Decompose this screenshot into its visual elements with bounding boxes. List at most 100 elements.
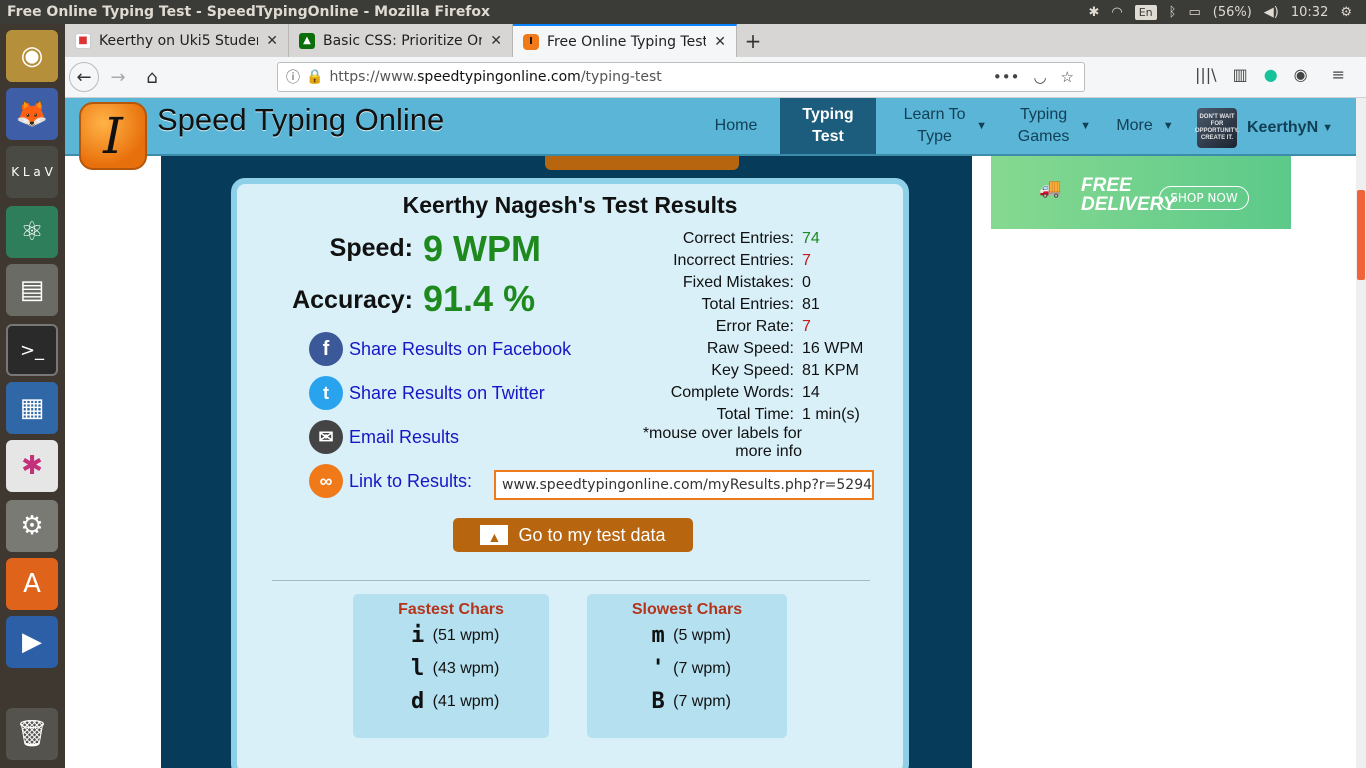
nav-typing-games[interactable]: Typing Games ▼: [1005, 98, 1091, 154]
stat-row: Correct Entries: 74: [637, 228, 892, 250]
url-domain: speedtypingonline.com: [417, 69, 581, 85]
char-wpm: (41 wpm): [432, 692, 500, 710]
share-twitter-link[interactable]: t Share Results on Twitter: [309, 376, 545, 410]
files-icon[interactable]: ▤: [6, 264, 58, 316]
forward-button[interactable]: →: [103, 62, 133, 92]
back-button[interactable]: ←: [69, 62, 99, 92]
new-tab-button[interactable]: +: [737, 24, 769, 57]
firefox-icon[interactable]: 🦊: [6, 88, 58, 140]
email-results-link[interactable]: ✉ Email Results: [309, 420, 459, 454]
stat-label[interactable]: Key Speed:: [637, 362, 802, 380]
nav-learn-to-type[interactable]: Learn To Type ▼: [891, 98, 987, 154]
facebook-icon: f: [309, 332, 343, 366]
char-glyph: ': [651, 656, 665, 681]
speedtyping-favicon-icon: I: [523, 33, 539, 50]
close-tab-icon[interactable]: ✕: [266, 33, 278, 49]
menu-icon[interactable]: ≡: [1332, 65, 1345, 84]
stat-row: Complete Words: 14: [637, 382, 892, 404]
url-text[interactable]: https://www.speedtypingonline.com/typing…: [329, 69, 661, 85]
volume-icon[interactable]: ◀): [1264, 5, 1279, 20]
accuracy-label[interactable]: Accuracy:: [277, 286, 413, 315]
bookmark-star-icon[interactable]: ☆: [1061, 68, 1074, 86]
power-gear-icon[interactable]: ⚙: [1340, 5, 1352, 20]
scrollbar-thumb[interactable]: [1357, 190, 1365, 280]
wifi-icon[interactable]: ◠: [1111, 5, 1122, 20]
sidebar-icon[interactable]: ▥: [1233, 65, 1248, 84]
tab-basic-css[interactable]: ▲ Basic CSS: Prioritize One ✕: [289, 24, 513, 57]
web-page: Speed Typing Online Home Typing Test Lea…: [65, 98, 1356, 768]
site-brand[interactable]: Speed Typing Online: [157, 102, 444, 138]
account-icon[interactable]: ◉: [1294, 65, 1308, 84]
ubuntu-dash-icon[interactable]: ◉: [6, 30, 58, 82]
stat-label[interactable]: Incorrect Entries:: [637, 252, 802, 270]
stat-label[interactable]: Complete Words:: [637, 384, 802, 402]
char-row: B (7 wpm): [587, 685, 787, 718]
nav-home[interactable]: Home: [705, 98, 767, 154]
nav-learn-label: Learn To Type: [903, 106, 966, 145]
stat-label[interactable]: Error Rate:: [637, 318, 802, 336]
mouse-over-note: *mouse over labels for more info: [642, 425, 802, 460]
os-top-bar: Free Online Typing Test - SpeedTypingOnl…: [0, 0, 1366, 24]
stat-label[interactable]: Fixed Mistakes:: [637, 274, 802, 292]
system-tray: ✱ ◠ En ᛒ ▭ (56%) ◀) 10:32 ⚙: [1088, 4, 1366, 20]
caret-down-icon: ▼: [976, 120, 987, 132]
user-menu[interactable]: DON'T WAIT FOR OPPORTUNITY. CREATE IT. K…: [1195, 108, 1333, 148]
shop-now-button[interactable]: SHOP NOW: [1159, 186, 1249, 210]
tab-typing-test[interactable]: I Free Online Typing Test ✕: [513, 24, 737, 57]
slowest-chars-box: Slowest Chars m (5 wpm) ' (7 wpm) B (7 wpm): [587, 594, 787, 738]
go-to-test-data-button[interactable]: ▲ Go to my test data: [453, 518, 693, 552]
ubuntu-launcher: ◉ 🦊 K L a V ⚛ ▤ >_ ▦ ✱ ⚙ A ▶ 🗑: [0, 24, 65, 768]
results-link-field[interactable]: www.speedtypingonline.com/myResults.php?…: [494, 470, 874, 500]
slack-tray-icon[interactable]: ✱: [1088, 5, 1099, 20]
nav-more[interactable]: More ▼: [1110, 98, 1180, 154]
battery-icon[interactable]: ▭: [1188, 5, 1200, 20]
divider: [272, 580, 870, 581]
writer-icon[interactable]: ▦: [6, 382, 58, 434]
stat-label[interactable]: Correct Entries:: [637, 230, 802, 248]
close-tab-icon[interactable]: ✕: [714, 34, 726, 50]
stat-label[interactable]: Raw Speed:: [637, 340, 802, 358]
ad-banner[interactable]: 🚚 FREE DELIVERY SHOP NOW: [991, 156, 1291, 229]
battery-percent: (56%): [1212, 4, 1252, 20]
speed-label[interactable]: Speed:: [307, 234, 413, 263]
settings-icon[interactable]: ⚙: [6, 500, 58, 552]
lock-icon: 🔒: [306, 69, 324, 85]
slack-icon[interactable]: ✱: [6, 440, 58, 492]
delivery-truck-icon: 🚚: [1039, 178, 1062, 199]
page-scrollbar[interactable]: [1356, 98, 1366, 768]
home-button[interactable]: ⌂: [137, 62, 167, 92]
clock[interactable]: 10:32: [1291, 5, 1328, 20]
nav-typing-test[interactable]: Typing Test: [780, 98, 876, 154]
bluetooth-icon[interactable]: ᛒ: [1169, 5, 1177, 20]
link-to-results-label: Link to Results:: [349, 470, 473, 491]
stat-label[interactable]: Total Entries:: [637, 296, 802, 314]
stat-value: 81 KPM: [802, 362, 859, 379]
video-player-icon[interactable]: ▶: [6, 616, 58, 668]
results-panel: Keerthy Nagesh's Test Results Speed: 9 W…: [231, 178, 909, 768]
info-icon[interactable]: ⓘ: [286, 67, 300, 87]
stat-row: Fixed Mistakes: 0: [637, 272, 892, 294]
page-actions-icon[interactable]: •••: [993, 68, 1020, 86]
trash-icon[interactable]: 🗑: [6, 708, 58, 760]
url-bar[interactable]: ⓘ 🔒 https://www.speedtypingonline.com/ty…: [277, 62, 1085, 92]
pocket-icon[interactable]: ◡: [1033, 68, 1046, 86]
library-icon[interactable]: |||\: [1195, 65, 1217, 84]
tab-keerthy[interactable]: ■ Keerthy on Uki5 Student ✕: [65, 24, 289, 57]
share-facebook-link[interactable]: f Share Results on Facebook: [309, 332, 571, 366]
stat-label[interactable]: Total Time:: [637, 406, 802, 424]
software-center-icon[interactable]: A: [6, 558, 58, 610]
customize-results-button[interactable]: [545, 156, 739, 170]
terminal-icon[interactable]: >_: [6, 324, 58, 376]
close-tab-icon[interactable]: ✕: [490, 33, 502, 49]
grammarly-icon[interactable]: ●: [1264, 65, 1278, 84]
site-logo-icon[interactable]: I: [79, 102, 147, 170]
keyboard-app-icon[interactable]: K L a V: [6, 146, 58, 198]
keyboard-layout-indicator[interactable]: En: [1134, 4, 1157, 20]
char-wpm: (7 wpm): [673, 659, 731, 677]
accuracy-value: 91.4 %: [423, 278, 536, 319]
freecodecamp-favicon-icon: ▲: [299, 32, 315, 49]
site-header: Speed Typing Online Home Typing Test Lea…: [65, 98, 1356, 156]
char-glyph: m: [651, 623, 665, 648]
url-path: /typing-test: [580, 69, 662, 85]
atom-editor-icon[interactable]: ⚛: [6, 206, 58, 258]
